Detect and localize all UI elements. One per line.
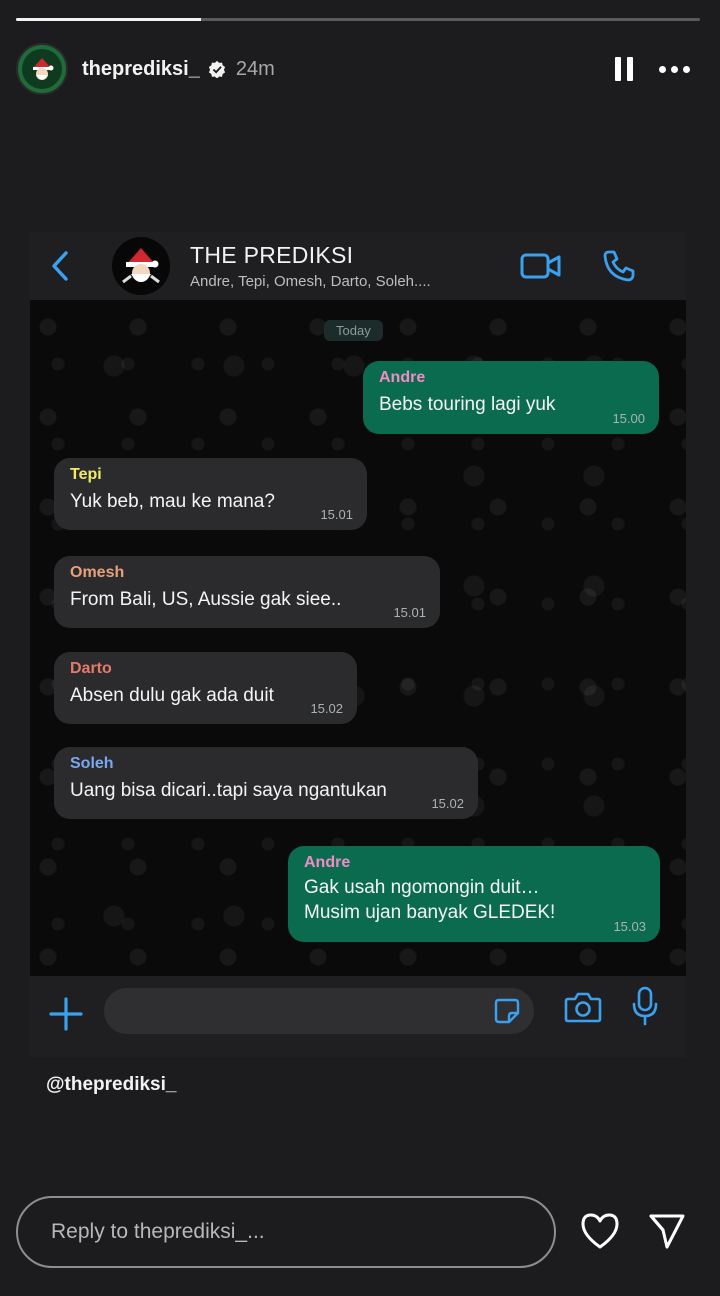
group-avatar[interactable] [112, 237, 170, 295]
story-username[interactable]: theprediksi_ [82, 58, 200, 81]
pause-icon[interactable] [615, 57, 633, 81]
message-sender: Andre [304, 854, 351, 871]
message-time: 15.01 [320, 507, 353, 522]
message-sender: Omesh [70, 564, 125, 581]
message-text: Uang bisa dicari..tapi saya ngantukan [70, 780, 387, 801]
message-sender: Andre [379, 369, 426, 386]
message-text: Yuk beb, mau ke mana? [70, 491, 275, 512]
group-name[interactable]: THE PREDIKSI [190, 242, 431, 269]
avatar-logo [22, 49, 62, 89]
chat-body: Today Andre Bebs touring lagi yuk 15.00 … [30, 300, 686, 976]
message-time: 15.02 [431, 796, 464, 811]
message-sender: Darto [70, 660, 112, 677]
sticker-icon[interactable] [494, 998, 520, 1024]
story-header: theprediksi_ 24m [16, 42, 690, 96]
phone-icon[interactable] [602, 249, 636, 283]
message-bubble[interactable]: Omesh From Bali, US, Aussie gak siee.. 1… [54, 556, 440, 628]
message-text: Absen dulu gak ada duit [70, 685, 274, 706]
camera-icon[interactable] [564, 990, 602, 1024]
message-bubble[interactable]: Andre Bebs touring lagi yuk 15.00 [363, 361, 659, 434]
video-camera-icon[interactable] [520, 251, 562, 281]
verified-badge-icon [208, 60, 225, 78]
message-time: 15.03 [613, 919, 646, 934]
story-caption[interactable]: @theprediksi_ [46, 1074, 176, 1096]
story-progress-fill [16, 18, 201, 21]
message-text: From Bali, US, Aussie gak siee.. [70, 589, 342, 610]
reply-input[interactable]: Reply to theprediksi_... [16, 1196, 556, 1268]
avatar[interactable] [16, 43, 68, 95]
story-progress-bar [16, 18, 700, 21]
message-sender: Soleh [70, 755, 114, 772]
chevron-left-icon[interactable] [48, 250, 72, 282]
microphone-icon[interactable] [632, 986, 658, 1026]
story-timestamp: 24m [235, 57, 275, 80]
message-sender: Tepi [70, 466, 102, 483]
reply-placeholder: Reply to theprediksi_... [51, 1220, 265, 1243]
chat-screenshot: THE PREDIKSI Andre, Tepi, Omesh, Darto, … [30, 232, 686, 1057]
santa-logo-icon [122, 248, 160, 284]
message-time: 15.00 [612, 411, 645, 426]
message-bubble[interactable]: Andre Gak usah ngomongin duit… Musim uja… [288, 846, 660, 942]
message-text: Gak usah ngomongin duit… Musim ujan bany… [304, 877, 556, 923]
date-chip: Today [324, 320, 383, 341]
message-bubble[interactable]: Tepi Yuk beb, mau ke mana? 15.01 [54, 458, 367, 530]
plus-icon[interactable] [48, 996, 84, 1032]
santa-logo-icon [33, 58, 54, 80]
message-time: 15.02 [310, 701, 343, 716]
more-dots-icon[interactable] [659, 65, 690, 73]
chat-header: THE PREDIKSI Andre, Tepi, Omesh, Darto, … [30, 232, 686, 300]
group-members: Andre, Tepi, Omesh, Darto, Soleh.... [190, 273, 431, 290]
message-time: 15.01 [393, 605, 426, 620]
heart-icon[interactable] [580, 1212, 620, 1250]
message-input[interactable] [104, 988, 534, 1034]
chat-input-bar [30, 976, 686, 1057]
message-bubble[interactable]: Soleh Uang bisa dicari..tapi saya ngantu… [54, 747, 478, 819]
paper-plane-icon[interactable] [648, 1212, 686, 1250]
message-bubble[interactable]: Darto Absen dulu gak ada duit 15.02 [54, 652, 357, 724]
message-text: Bebs touring lagi yuk [379, 394, 556, 415]
